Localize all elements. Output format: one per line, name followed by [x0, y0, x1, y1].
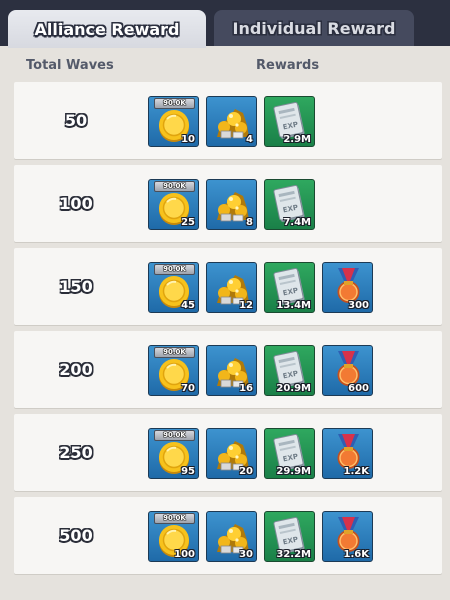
reward-items: 90.0K 10 4 EXP 2.9M: [148, 96, 315, 147]
reward-quantity: 2.9M: [283, 134, 311, 145]
wave-count: 50: [64, 111, 88, 130]
reward-item-coin[interactable]: 90.0K 45: [148, 262, 199, 313]
reward-item-medal[interactable]: 300: [322, 262, 373, 313]
reward-item-gold[interactable]: 12: [206, 262, 257, 313]
reward-row: 100 90.0K 25 8 EXP 7.4M: [14, 165, 442, 242]
reward-row: 200 90.0K 70 16 EXP 20.9M 600: [14, 331, 442, 408]
reward-quantity: 8: [246, 217, 253, 228]
reward-window: Alliance Reward Individual Reward Total …: [0, 0, 450, 600]
reward-quantity: 7.4M: [283, 217, 311, 228]
reward-quantity: 20.9M: [276, 383, 311, 394]
reward-quantity: 100: [174, 549, 195, 560]
reward-item-coin[interactable]: 90.0K 95: [148, 428, 199, 479]
reward-items: 90.0K 25 8 EXP 7.4M: [148, 179, 315, 230]
wave-count: 100: [59, 194, 93, 213]
reward-item-gold[interactable]: 8: [206, 179, 257, 230]
coin-value-tag: 90.0K: [154, 347, 195, 358]
column-header-total-waves: Total Waves: [26, 58, 114, 73]
reward-item-gold[interactable]: 4: [206, 96, 257, 147]
coin-value-tag: 90.0K: [154, 181, 195, 192]
reward-quantity: 10: [181, 134, 195, 145]
reward-quantity: 4: [246, 134, 253, 145]
reward-quantity: 29.9M: [276, 466, 311, 477]
coin-value-tag: 90.0K: [154, 264, 195, 275]
reward-item-coin[interactable]: 90.0K 10: [148, 96, 199, 147]
reward-quantity: 45: [181, 300, 195, 311]
column-header-rewards: Rewards: [256, 58, 320, 73]
reward-row: 500 90.0K 100 30 EXP 32.2M 1.6K: [14, 497, 442, 574]
reward-rows: 50 90.0K 10 4 EXP 2.9M 100 90.0K 25 8 EXP 7.4M 150 90…: [14, 82, 442, 580]
reward-row: 250 90.0K 95 20 EXP 29.9M 1.2K: [14, 414, 442, 491]
reward-items: 90.0K 70 16 EXP 20.9M 600: [148, 345, 373, 396]
reward-quantity: 300: [348, 300, 369, 311]
reward-quantity: 95: [181, 466, 195, 477]
reward-quantity: 32.2M: [276, 549, 311, 560]
reward-item-medal[interactable]: 1.6K: [322, 511, 373, 562]
reward-panel: Total Waves Rewards 50 90.0K 10 4 EXP 2.9M 100…: [0, 46, 450, 600]
reward-quantity: 12: [239, 300, 253, 311]
reward-item-exp[interactable]: EXP 20.9M: [264, 345, 315, 396]
coin-value-tag: 90.0K: [154, 513, 195, 524]
reward-row: 50 90.0K 10 4 EXP 2.9M: [14, 82, 442, 159]
tab-alliance-reward-label: Alliance Reward: [34, 19, 180, 39]
tab-alliance-reward[interactable]: Alliance Reward: [8, 10, 206, 48]
reward-item-coin[interactable]: 90.0K 100: [148, 511, 199, 562]
wave-count: 250: [59, 443, 93, 462]
reward-quantity: 30: [239, 549, 253, 560]
reward-quantity: 13.4M: [276, 300, 311, 311]
reward-item-gold[interactable]: 16: [206, 345, 257, 396]
reward-item-gold[interactable]: 20: [206, 428, 257, 479]
reward-items: 90.0K 100 30 EXP 32.2M 1.6K: [148, 511, 373, 562]
reward-items: 90.0K 95 20 EXP 29.9M 1.2K: [148, 428, 373, 479]
reward-items: 90.0K 45 12 EXP 13.4M 300: [148, 262, 373, 313]
reward-item-exp[interactable]: EXP 32.2M: [264, 511, 315, 562]
reward-quantity: 20: [239, 466, 253, 477]
reward-quantity: 1.2K: [343, 466, 369, 477]
reward-item-coin[interactable]: 90.0K 70: [148, 345, 199, 396]
wave-count: 150: [59, 277, 93, 296]
coin-value-tag: 90.0K: [154, 98, 195, 109]
reward-item-exp[interactable]: EXP 7.4M: [264, 179, 315, 230]
tab-individual-reward-label: Individual Reward: [232, 18, 396, 38]
wave-count: 200: [59, 360, 93, 379]
reward-item-medal[interactable]: 600: [322, 345, 373, 396]
reward-quantity: 70: [181, 383, 195, 394]
reward-item-exp[interactable]: EXP 2.9M: [264, 96, 315, 147]
reward-quantity: 16: [239, 383, 253, 394]
reward-item-medal[interactable]: 1.2K: [322, 428, 373, 479]
reward-quantity: 1.6K: [343, 549, 369, 560]
wave-count: 500: [59, 526, 93, 545]
reward-item-exp[interactable]: EXP 13.4M: [264, 262, 315, 313]
reward-quantity: 600: [348, 383, 369, 394]
coin-value-tag: 90.0K: [154, 430, 195, 441]
reward-row: 150 90.0K 45 12 EXP 13.4M 300: [14, 248, 442, 325]
tab-individual-reward[interactable]: Individual Reward: [214, 10, 414, 46]
reward-item-coin[interactable]: 90.0K 25: [148, 179, 199, 230]
reward-item-exp[interactable]: EXP 29.9M: [264, 428, 315, 479]
reward-item-gold[interactable]: 30: [206, 511, 257, 562]
reward-quantity: 25: [181, 217, 195, 228]
